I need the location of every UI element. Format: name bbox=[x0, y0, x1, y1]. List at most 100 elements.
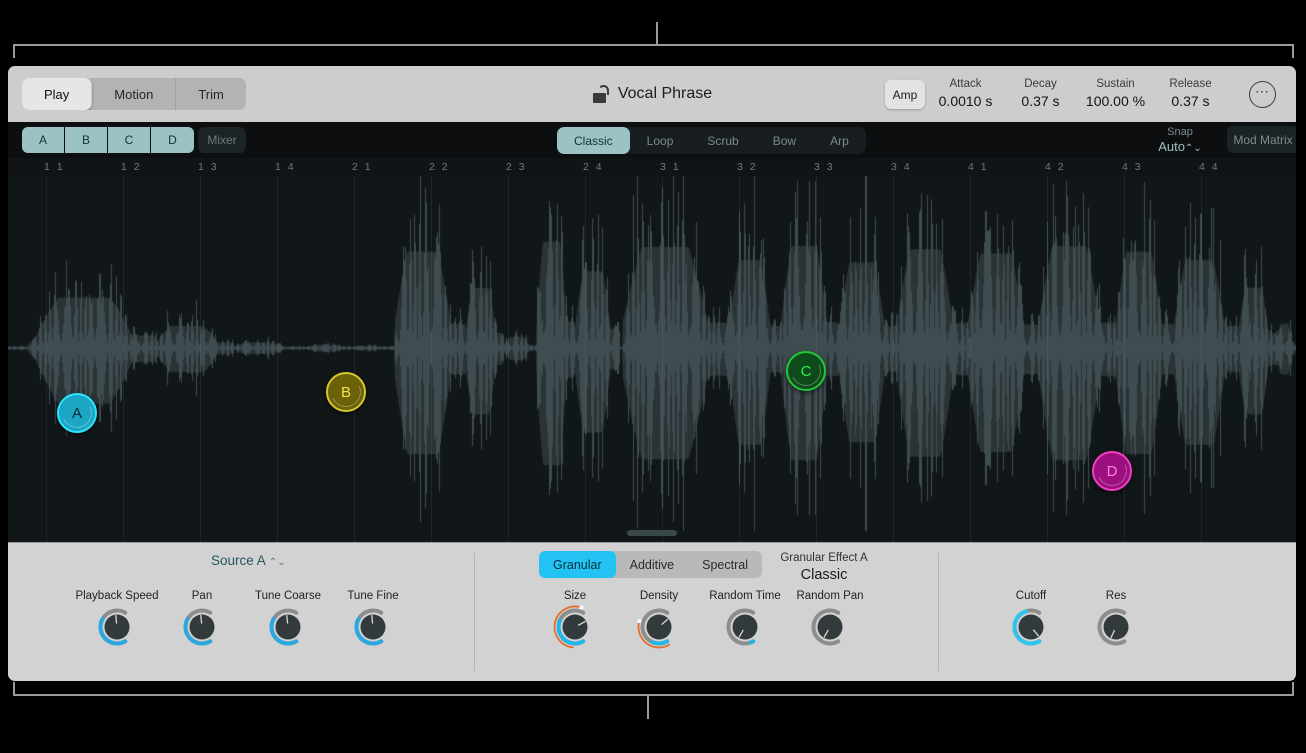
knob-label-cutoff: Cutoff bbox=[1015, 590, 1047, 602]
waveform-marker-b[interactable]: B bbox=[326, 372, 366, 412]
mode-tab-loop[interactable]: Loop bbox=[630, 127, 691, 154]
mode-tab-arp[interactable]: Arp bbox=[813, 127, 866, 154]
knob-pan[interactable] bbox=[180, 605, 224, 649]
waveform-gridline bbox=[46, 176, 47, 542]
chevron-updown-icon: ⌃⌄ bbox=[1184, 143, 1202, 154]
window-frame-top bbox=[13, 44, 1294, 46]
knob-label-res: Res bbox=[1105, 590, 1127, 602]
ruler-tick: 1 4 bbox=[275, 161, 296, 173]
snap-label: Snap bbox=[1167, 126, 1193, 138]
transport-tab-play[interactable]: Play bbox=[22, 78, 93, 110]
waveform-gridline bbox=[508, 176, 509, 542]
granular-effect-value: Classic bbox=[800, 567, 848, 583]
source-button-b[interactable]: B bbox=[65, 127, 108, 153]
knob-label-random-pan: Random Pan bbox=[796, 590, 864, 602]
chevron-updown-icon: ⌃⌄ bbox=[268, 557, 286, 568]
knob-label-size: Size bbox=[563, 590, 587, 602]
transport-mode-tabs[interactable]: Play Motion Trim bbox=[22, 78, 246, 110]
granular-effect-readout[interactable]: Granular Effect A Classic bbox=[768, 551, 880, 585]
knob-random-time[interactable] bbox=[723, 605, 767, 649]
ruler-tick: 3 2 bbox=[737, 161, 758, 173]
waveform-gridline bbox=[739, 176, 740, 542]
envelope-decay-value[interactable]: 0.37 s bbox=[1003, 92, 1078, 110]
knob-cutoff[interactable] bbox=[1009, 605, 1053, 649]
knob-playback-speed[interactable] bbox=[95, 605, 139, 649]
window-frame-top-tick bbox=[656, 22, 658, 45]
window-frame-bottom-tick bbox=[647, 696, 649, 719]
more-options-button[interactable]: ⋯ bbox=[1249, 81, 1276, 108]
source-button-d[interactable]: D bbox=[151, 127, 194, 153]
app-window: Play Motion Trim Vocal Phrase Amp Attack 0.… bbox=[0, 0, 1306, 753]
waveform-gridline bbox=[662, 176, 663, 542]
envelope-sustain[interactable]: Sustain 100.00 % bbox=[1078, 77, 1153, 110]
knob-label-tune-coarse: Tune Coarse bbox=[254, 590, 322, 602]
knob-tune-coarse[interactable] bbox=[266, 605, 310, 649]
waveform-gridline bbox=[893, 176, 894, 542]
engine-type-tabs[interactable]: Granular Additive Spectral bbox=[539, 551, 762, 578]
panel-resize-handle[interactable] bbox=[627, 530, 677, 536]
envelope-decay-label: Decay bbox=[1024, 78, 1057, 90]
timeline-ruler[interactable]: 1 1 1 2 1 3 1 4 2 1 2 2 2 3 2 4 3 1 3 2 3 3 3 4 4 1 4… bbox=[8, 158, 1296, 176]
waveform-display[interactable]: A B C D bbox=[8, 176, 1296, 542]
knob-density[interactable] bbox=[637, 605, 681, 649]
ruler-tick: 2 1 bbox=[352, 161, 373, 173]
envelope-decay[interactable]: Decay 0.37 s bbox=[1003, 77, 1078, 110]
waveform-gridline bbox=[1201, 176, 1202, 542]
granular-effect-label: Granular Effect A bbox=[780, 552, 868, 564]
source-selector-group[interactable]: ABCD bbox=[22, 127, 194, 153]
mode-tab-bow[interactable]: Bow bbox=[756, 127, 813, 154]
waveform-marker-c[interactable]: C bbox=[786, 351, 826, 391]
window-frame-bottom-left-cap bbox=[13, 682, 15, 696]
ruler-tick: 3 4 bbox=[891, 161, 912, 173]
envelope-release-value[interactable]: 0.37 s bbox=[1153, 92, 1228, 110]
mixer-button[interactable]: Mixer bbox=[198, 127, 246, 153]
source-selector-title[interactable]: Source A ⌃⌄ bbox=[211, 553, 286, 568]
window-frame-bottom bbox=[13, 694, 1294, 696]
header-bar: Play Motion Trim Vocal Phrase Amp Attack 0.… bbox=[8, 66, 1296, 122]
ruler-tick: 2 2 bbox=[429, 161, 450, 173]
playback-mode-tabs[interactable]: Classic Loop Scrub Bow Arp bbox=[557, 127, 866, 154]
source-button-a[interactable]: A bbox=[22, 127, 65, 153]
plugin-window: Play Motion Trim Vocal Phrase Amp Attack 0.… bbox=[8, 66, 1296, 681]
mode-tab-scrub[interactable]: Scrub bbox=[690, 127, 755, 154]
engine-tab-granular[interactable]: Granular bbox=[539, 551, 616, 578]
envelope-attack-value[interactable]: 0.0010 s bbox=[928, 92, 1003, 110]
envelope-sustain-label: Sustain bbox=[1096, 78, 1135, 90]
knob-size[interactable] bbox=[553, 605, 597, 649]
waveform-marker-d[interactable]: D bbox=[1092, 451, 1132, 491]
snap-value[interactable]: Auto⌃⌄ bbox=[1144, 139, 1216, 157]
engine-tab-spectral[interactable]: Spectral bbox=[688, 551, 762, 578]
engine-tab-additive[interactable]: Additive bbox=[616, 551, 688, 578]
window-frame-top-right-cap bbox=[1292, 44, 1294, 58]
ruler-tick: 4 3 bbox=[1122, 161, 1143, 173]
ruler-tick: 4 2 bbox=[1045, 161, 1066, 173]
ruler-tick: 1 3 bbox=[198, 161, 219, 173]
knob-label-playback-speed: Playback Speed bbox=[75, 590, 159, 602]
waveform-marker-a[interactable]: A bbox=[57, 393, 97, 433]
waveform-gridline bbox=[1047, 176, 1048, 542]
envelope-attack[interactable]: Attack 0.0010 s bbox=[928, 77, 1003, 110]
knob-random-pan[interactable] bbox=[808, 605, 852, 649]
amp-button[interactable]: Amp bbox=[885, 80, 925, 109]
waveform-gridline bbox=[200, 176, 201, 542]
snap-selector[interactable]: Snap Auto⌃⌄ bbox=[1144, 125, 1216, 157]
waveform-gridline bbox=[431, 176, 432, 542]
knob-label-density: Density bbox=[639, 590, 679, 602]
ruler-tick: 2 4 bbox=[583, 161, 604, 173]
knob-res[interactable] bbox=[1094, 605, 1138, 649]
knob-tune-fine[interactable] bbox=[351, 605, 395, 649]
knob-label-pan: Pan bbox=[191, 590, 213, 602]
waveform-gridline bbox=[585, 176, 586, 542]
envelope-release[interactable]: Release 0.37 s bbox=[1153, 77, 1228, 110]
transport-tab-motion[interactable]: Motion bbox=[92, 78, 177, 110]
source-button-c[interactable]: C bbox=[108, 127, 151, 153]
mod-matrix-button[interactable]: Mod Matrix bbox=[1227, 126, 1296, 153]
window-frame-top-left-cap bbox=[13, 44, 15, 58]
waveform-gridline bbox=[277, 176, 278, 542]
mode-tab-classic[interactable]: Classic bbox=[557, 127, 630, 154]
transport-tab-trim[interactable]: Trim bbox=[176, 78, 246, 110]
unlocked-padlock-icon[interactable] bbox=[592, 85, 609, 103]
patch-name[interactable]: Vocal Phrase bbox=[618, 85, 712, 103]
envelope-sustain-value[interactable]: 100.00 % bbox=[1078, 92, 1153, 110]
envelope-readout: Attack 0.0010 s Decay 0.37 s Sustain 100.00 %… bbox=[928, 77, 1228, 110]
